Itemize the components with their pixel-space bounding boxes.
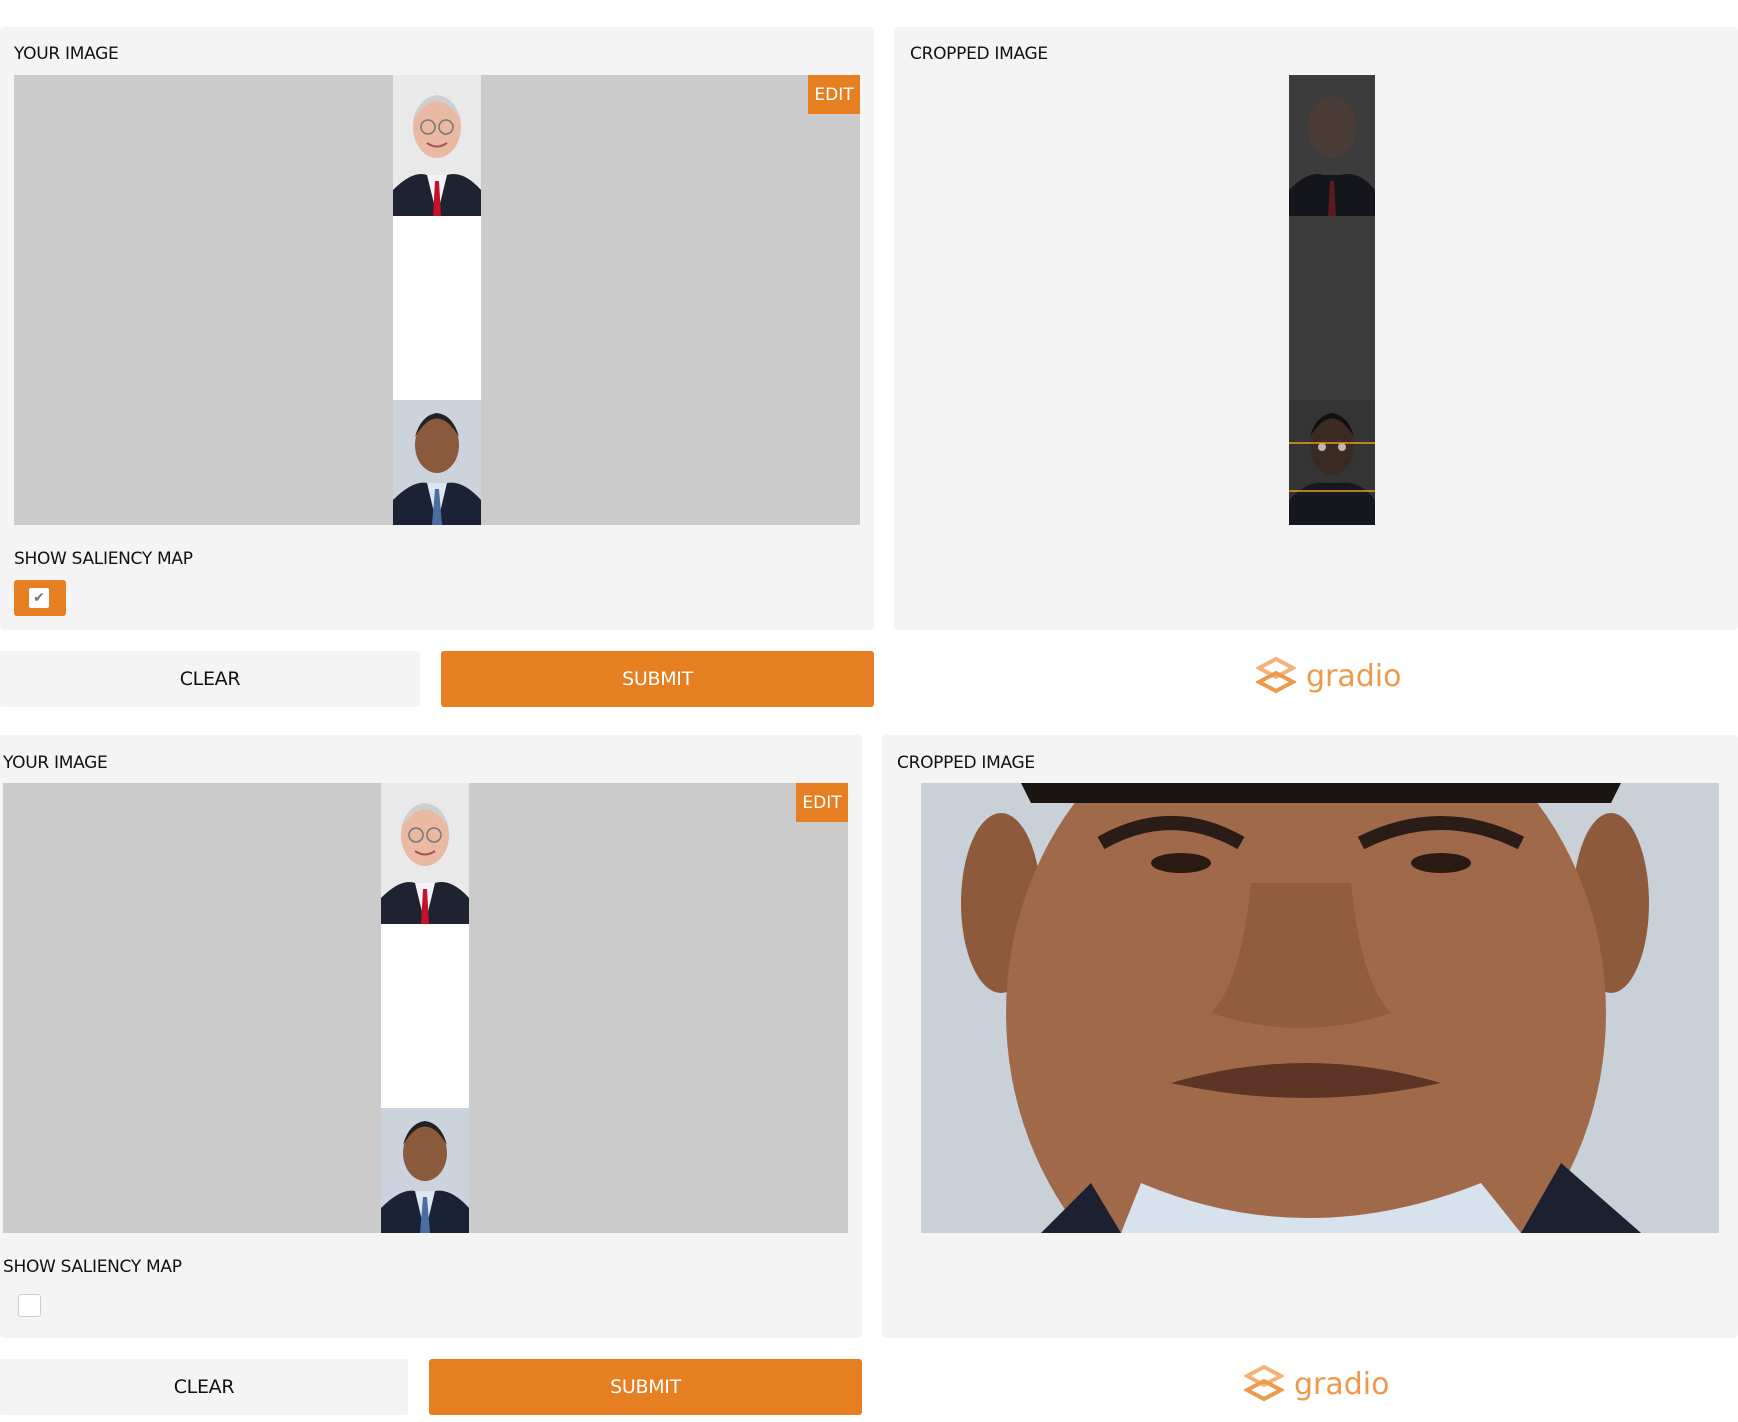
- input-label: YOUR IMAGE: [3, 753, 108, 773]
- output-panel: CROPPED IMAGE: [894, 27, 1738, 630]
- submit-button[interactable]: SUBMIT: [429, 1359, 862, 1415]
- image-upload-area[interactable]: EDIT: [14, 75, 860, 525]
- check-icon: ✔: [29, 588, 49, 608]
- input-label: YOUR IMAGE: [14, 44, 119, 64]
- output-label: CROPPED IMAGE: [897, 753, 1035, 773]
- output-label: CROPPED IMAGE: [910, 44, 1048, 64]
- input-panel: YOUR IMAGE EDIT SHOW: [0, 735, 862, 1338]
- edit-button[interactable]: EDIT: [796, 783, 848, 822]
- cropped-face: [921, 783, 1719, 1233]
- cropped-image: [921, 783, 1719, 1233]
- saliency-checkbox[interactable]: [18, 1294, 41, 1317]
- gradio-logo-icon: [1256, 656, 1296, 694]
- cropped-image: [1289, 75, 1375, 525]
- gradio-logo-icon: [1244, 1364, 1284, 1402]
- saliency-overlay: [1289, 75, 1375, 525]
- edit-button[interactable]: EDIT: [808, 75, 860, 114]
- gradio-logo: gradio: [1256, 656, 1402, 696]
- input-image: [381, 783, 469, 1233]
- brand-name: gradio: [1306, 658, 1402, 694]
- saliency-checkbox[interactable]: ✔: [14, 580, 66, 616]
- portrait-collage: [393, 75, 481, 525]
- input-panel: YOUR IMAGE EDIT SHOW: [0, 27, 874, 630]
- input-image: [393, 75, 481, 525]
- saliency-label: SHOW SALIENCY MAP: [14, 549, 193, 569]
- brand-name: gradio: [1294, 1366, 1390, 1402]
- clear-button[interactable]: CLEAR: [0, 1359, 408, 1415]
- saliency-label: SHOW SALIENCY MAP: [3, 1257, 182, 1277]
- clear-button[interactable]: CLEAR: [0, 651, 420, 707]
- submit-button[interactable]: SUBMIT: [441, 651, 874, 707]
- output-panel: CROPPED IMAGE: [882, 735, 1738, 1338]
- gradio-logo: gradio: [1244, 1364, 1390, 1404]
- portrait-collage: [381, 783, 469, 1233]
- image-upload-area[interactable]: EDIT: [3, 783, 848, 1233]
